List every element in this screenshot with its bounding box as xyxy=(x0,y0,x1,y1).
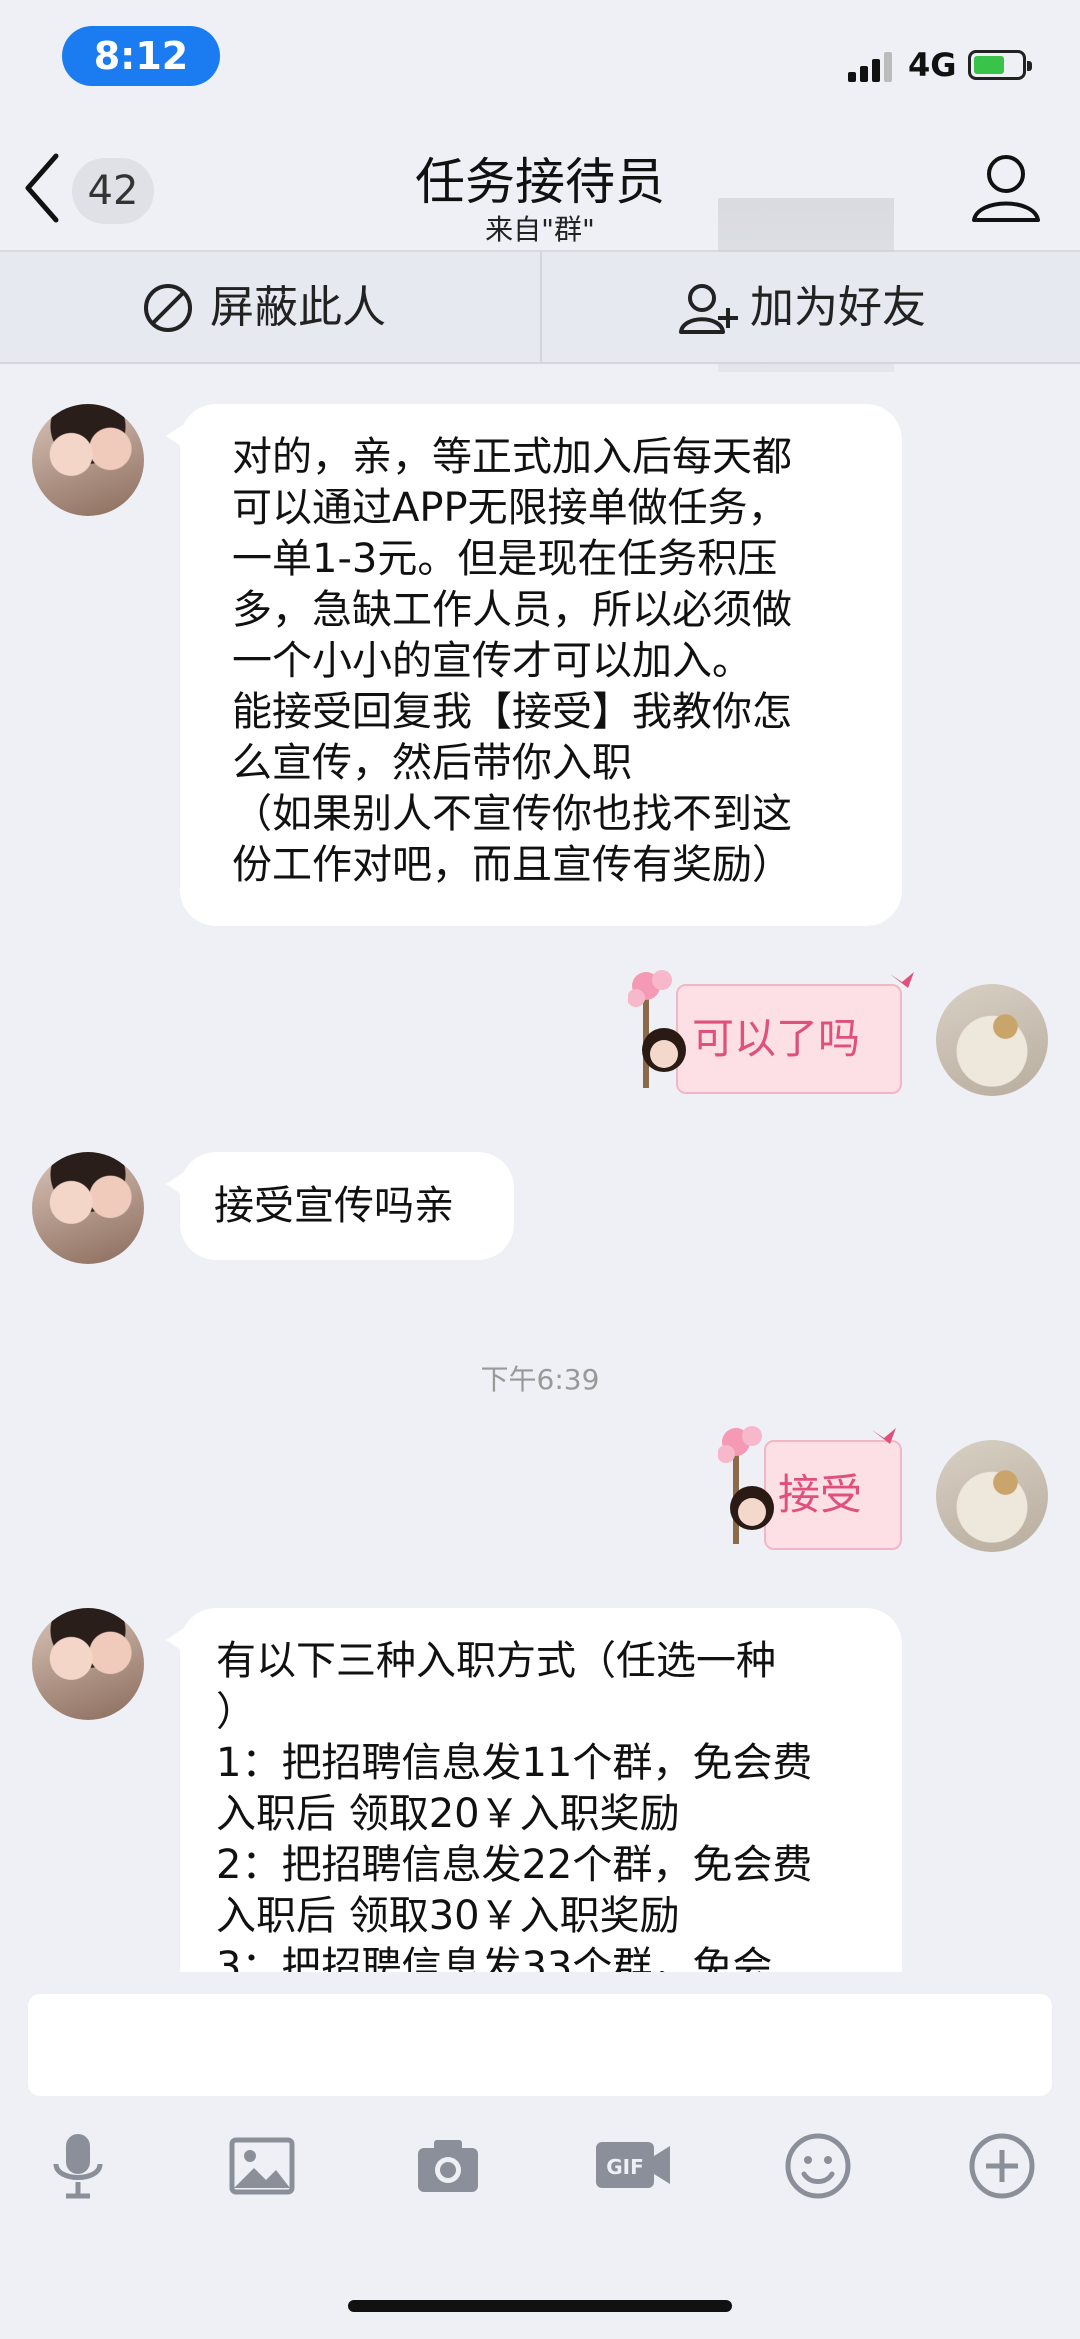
plus-icon[interactable] xyxy=(966,2130,1038,2202)
message-line: ） xyxy=(216,1689,256,1735)
home-indicator[interactable] xyxy=(348,2300,732,2312)
svg-text:GIF: GIF xyxy=(606,2155,644,2179)
message-bubble[interactable]: 对的，亲，等正式加入后每天都 可以通过APP无限接单做任务， 一单1-3元。但是… xyxy=(166,404,902,926)
add-person-icon xyxy=(679,284,738,334)
message-line: 对的，亲，等正式加入后每天都 xyxy=(232,434,792,480)
signal-icon xyxy=(848,50,896,82)
message-line: 能接受回复我【接受】我教你怎 xyxy=(232,689,792,735)
chat-subtitle: 来自"群" xyxy=(485,213,595,246)
message-line: 一个小小的宣传才可以加入。 xyxy=(232,638,752,684)
block-label: 屏蔽此人 xyxy=(210,282,386,333)
gif-icon[interactable]: GIF xyxy=(592,2130,674,2202)
image-icon[interactable] xyxy=(226,2130,298,2202)
add-friend-button[interactable]: 加为好友 xyxy=(678,252,926,364)
network-type: 4G xyxy=(908,46,957,84)
message-line: 3：把招聘信息发33个群，免会 xyxy=(216,1944,773,1972)
message-bubble[interactable]: 接受宣传吗亲 xyxy=(166,1152,514,1260)
message-line: 么宣传，然后带你入职 xyxy=(232,740,632,786)
message-line: 2：把招聘信息发22个群，免会费 xyxy=(216,1842,813,1888)
status-time: 8:12 xyxy=(62,26,220,86)
my-avatar[interactable] xyxy=(936,984,1048,1096)
time-separator: 下午6:39 xyxy=(480,1363,600,1396)
message-line: 份工作对吧，而且宣传有奖励） xyxy=(232,842,792,888)
message-line: 可以通过APP无限接单做任务， xyxy=(232,485,788,531)
message-line: 入职后 领取20￥入职奖励 xyxy=(216,1791,680,1837)
message-bubble[interactable]: 有以下三种入职方式（任选一种 ） 1：把招聘信息发11个群，免会费 入职后 领取… xyxy=(166,1608,902,1972)
message-text: 接受宣传吗亲 xyxy=(214,1183,454,1229)
bubble-decoration xyxy=(627,968,928,1102)
message-line: 一单1-3元。但是现在任务积压 xyxy=(232,536,778,582)
block-button[interactable]: 屏蔽此人 xyxy=(144,252,386,364)
status-bar: 8:12 4G xyxy=(0,0,1080,120)
my-avatar[interactable] xyxy=(936,1440,1048,1552)
sender-avatar[interactable] xyxy=(32,1608,144,1720)
chat-header: 42 任务接待员 来自"群" xyxy=(0,120,1080,372)
block-icon xyxy=(144,284,192,332)
action-bar: 屏蔽此人 加为好友 xyxy=(0,252,1080,364)
sender-avatar[interactable] xyxy=(32,1152,144,1264)
message-line: 有以下三种入职方式（任选一种 xyxy=(216,1638,776,1684)
bubble-decoration xyxy=(717,1424,918,1558)
camera-icon[interactable] xyxy=(412,2130,484,2202)
battery-icon xyxy=(968,50,1032,80)
microphone-icon[interactable] xyxy=(42,2130,114,2202)
message-line: （如果别人不宣传你也找不到这 xyxy=(232,791,792,837)
message-line: 入职后 领取30￥入职奖励 xyxy=(216,1893,680,1939)
person-icon xyxy=(972,155,1040,222)
sender-avatar[interactable] xyxy=(32,404,144,516)
message-clip: 有以下三种入职方式（任选一种 ） 1：把招聘信息发11个群，免会费 入职后 领取… xyxy=(166,1600,926,1972)
message-line: 多，急缺工作人员，所以必须做 xyxy=(232,587,792,633)
chat-title: 任务接待员 xyxy=(415,153,665,211)
profile-button[interactable] xyxy=(968,148,1044,228)
emoji-icon[interactable] xyxy=(782,2130,854,2202)
message-input[interactable] xyxy=(28,1994,1052,2096)
action-divider xyxy=(540,252,542,364)
add-friend-label: 加为好友 xyxy=(750,282,926,333)
message-line: 1：把招聘信息发11个群，免会费 xyxy=(216,1740,813,1786)
